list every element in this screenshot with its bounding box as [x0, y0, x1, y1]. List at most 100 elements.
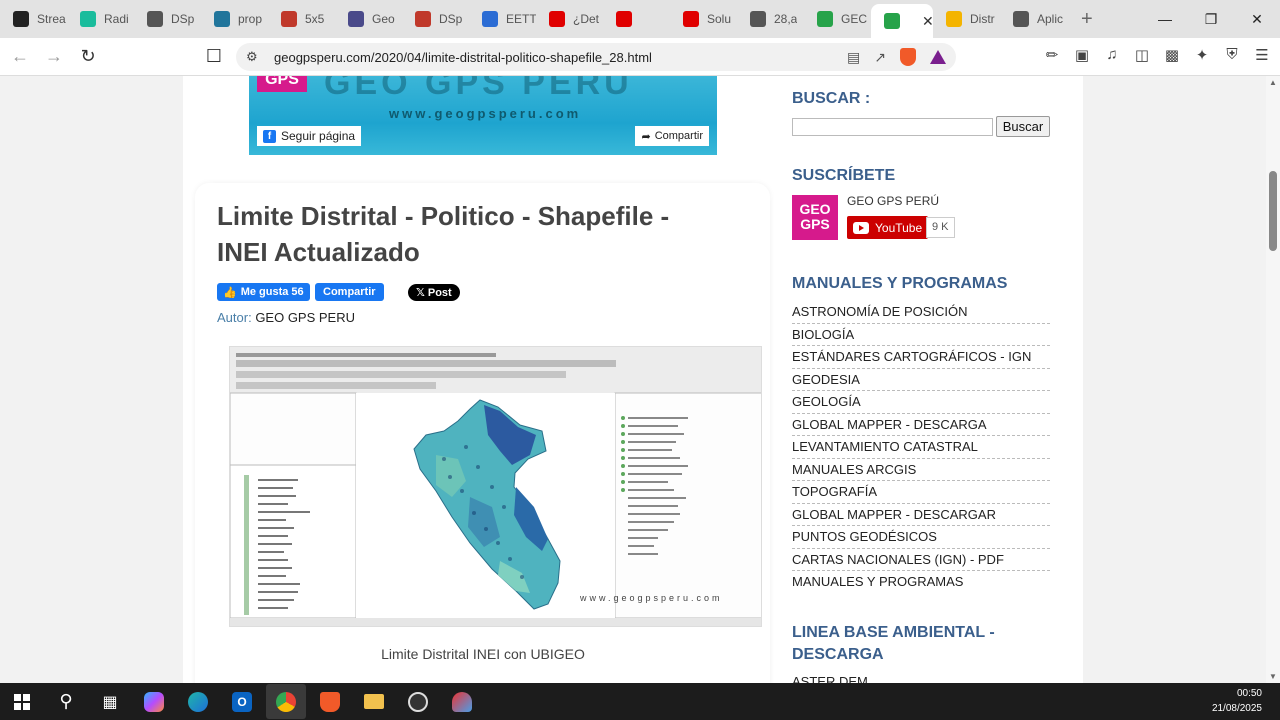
facebook-share-button[interactable]: Compartir	[315, 283, 384, 301]
edge-icon[interactable]	[178, 684, 218, 719]
browser-tab[interactable]: Radi	[67, 4, 134, 34]
system-clock[interactable]: 00:50 21/08/2025	[1212, 686, 1262, 716]
reload-button[interactable]: ↻	[74, 43, 102, 71]
header-banner[interactable]: GPS GEO GPS PERU www.geogpsperu.com f Se…	[249, 76, 717, 155]
browser-tab[interactable]: 28,a	[737, 4, 804, 34]
manuals-menu-item[interactable]: LEVANTAMIENTO CATASTRAL	[792, 436, 1050, 459]
bookmark-icon[interactable]: ☐	[200, 43, 228, 71]
brave-rewards-icon[interactable]	[930, 50, 946, 64]
youtube-subscribe-button[interactable]: YouTube	[847, 216, 929, 239]
browser-tab[interactable]	[603, 4, 670, 34]
follow-page-button[interactable]: f Seguir página	[257, 126, 362, 146]
outlook-icon[interactable]: O	[222, 684, 262, 719]
back-button[interactable]: ←	[6, 43, 34, 71]
forward-button[interactable]: →	[40, 43, 68, 71]
task-view-icon[interactable]: ▦	[90, 684, 130, 719]
search-icon[interactable]: ⚲	[46, 684, 86, 719]
speedometer-icon[interactable]	[398, 684, 438, 719]
browser-tab[interactable]: Strea	[0, 4, 67, 34]
geo-gps-icon	[884, 13, 900, 29]
thumbs-up-icon: 👍	[223, 286, 237, 299]
manuals-menu-item[interactable]: BIOLOGÍA	[792, 324, 1050, 346]
tab-active[interactable]: ✕	[871, 4, 933, 38]
file-explorer-icon[interactable]	[354, 684, 394, 719]
wallet-icon[interactable]: ▩	[1164, 46, 1180, 64]
url-text[interactable]: geogpsperu.com/2020/04/limite-distrital-…	[274, 50, 652, 65]
manuals-menu-item[interactable]: GEODESIA	[792, 369, 1050, 391]
extensions-icon[interactable]: ✏	[1044, 46, 1060, 64]
manuals-menu-item[interactable]: MANUALES Y PROGRAMAS	[792, 571, 1050, 594]
manuals-menu-item[interactable]: GEOLOGÍA	[792, 391, 1050, 414]
manuals-menu-item[interactable]: PUNTOS GEODÉSICOS	[792, 526, 1050, 549]
chrome-icon[interactable]	[266, 684, 306, 719]
manuals-menu-item[interactable]: ASTRONOMÍA DE POSICIÓN	[792, 301, 1050, 324]
manuals-menu-item[interactable]: GLOBAL MAPPER - DESCARGA	[792, 414, 1050, 436]
scroll-up-icon[interactable]: ▲	[1269, 78, 1277, 87]
menu-icon[interactable]: ☰	[1254, 46, 1270, 64]
youtube-icon	[549, 11, 565, 27]
stream-icon	[13, 11, 29, 27]
gis-app-icon[interactable]	[442, 684, 482, 719]
browser-tab[interactable]: Distr	[933, 4, 1000, 34]
author-link[interactable]: GEO GPS PERU	[255, 310, 355, 325]
new-tab-button[interactable]: +	[1081, 8, 1093, 31]
restore-button[interactable]: ❐	[1188, 0, 1234, 38]
tab-title: prop	[238, 12, 263, 26]
post-image[interactable]: www.geogpsperu.com	[229, 346, 762, 627]
browser-tab[interactable]: EETT	[469, 4, 536, 34]
browser-tab[interactable]: ¿Det	[536, 4, 603, 34]
minimize-button[interactable]: —	[1142, 0, 1188, 38]
screenshot-icon[interactable]: ▣	[1074, 46, 1090, 64]
share-page-icon[interactable]: ↗	[874, 49, 886, 66]
browser-tab[interactable]: DSp	[402, 4, 469, 34]
manuals-menu-item[interactable]: MANUALES ARCGIS	[792, 459, 1050, 481]
brave-icon[interactable]	[310, 684, 350, 719]
browser-tab[interactable]: DSp	[134, 4, 201, 34]
browser-tab[interactable]: prop	[201, 4, 268, 34]
post-title: Limite Distrital - Politico - Shapefile …	[217, 201, 670, 267]
address-bar[interactable]: ⚙ geogpsperu.com/2020/04/limite-distrita…	[236, 43, 956, 71]
media-icon[interactable]: ♫	[1104, 46, 1120, 64]
qgis-map-screenshot: www.geogpsperu.com	[230, 347, 761, 626]
post-author: Autor: GEO GPS PERU	[217, 310, 355, 325]
brave-shield-icon[interactable]	[900, 48, 916, 66]
x-post-button[interactable]: 𝕏 Post	[408, 284, 460, 301]
baseline-link[interactable]: ASTER DEM	[792, 674, 868, 683]
radio-icon	[80, 11, 96, 27]
browser-tab[interactable]: Solu	[670, 4, 737, 34]
leo-ai-icon[interactable]: ✦	[1194, 46, 1210, 64]
document-icon	[482, 11, 498, 27]
browser-tab[interactable]: GEC	[804, 4, 871, 34]
vpn-shield-icon[interactable]: ⛨	[1224, 46, 1240, 64]
tab-title: ¿Det	[573, 12, 600, 26]
manuals-menu-item[interactable]: CARTAS NACIONALES (IGN) - PDF	[792, 549, 1050, 571]
channel-name: GEO GPS PERÚ	[847, 194, 940, 208]
banner-title: GEO GPS PERU	[324, 76, 633, 102]
facebook-like-button[interactable]: 👍 Me gusta 56	[217, 283, 310, 301]
reader-mode-icon[interactable]: ▤	[847, 49, 860, 66]
scroll-down-icon[interactable]: ▼	[1269, 672, 1277, 681]
browser-tab[interactable]: 5x5	[268, 4, 335, 34]
clock-time: 00:50	[1236, 688, 1262, 699]
manuals-menu-item[interactable]: ESTÁNDARES CARTOGRÁFICOS - IGN	[792, 346, 1050, 369]
close-window-button[interactable]: ✕	[1234, 0, 1280, 38]
manuals-menu-item[interactable]: GLOBAL MAPPER - DESCARGAR	[792, 504, 1050, 526]
globe-icon	[1013, 11, 1029, 27]
page-scrollbar[interactable]: ▲ ▼	[1266, 76, 1280, 683]
manuals-menu-item[interactable]: TOPOGRAFÍA	[792, 481, 1050, 504]
scroll-thumb[interactable]	[1269, 171, 1277, 251]
sidebar-icon[interactable]: ◫	[1134, 46, 1150, 64]
search-input[interactable]	[792, 118, 993, 136]
web-page: GPS GEO GPS PERU www.geogpsperu.com f Se…	[0, 76, 1266, 683]
close-tab-icon[interactable]: ✕	[922, 13, 933, 30]
geo-gps-icon	[817, 11, 833, 27]
start-button[interactable]	[2, 684, 42, 719]
copilot-icon[interactable]	[134, 684, 174, 719]
browser-tab[interactable]: Aplic	[1000, 4, 1067, 34]
site-info-icon[interactable]: ⚙	[246, 49, 268, 65]
browser-tab[interactable]: Geo	[335, 4, 402, 34]
channel-logo[interactable]: GEO GPS	[792, 195, 838, 240]
search-button[interactable]: Buscar	[996, 116, 1050, 137]
image-caption: Limite Distrital INEI con UBIGEO	[381, 646, 585, 662]
banner-share-button[interactable]: ➦ Compartir	[635, 126, 709, 146]
